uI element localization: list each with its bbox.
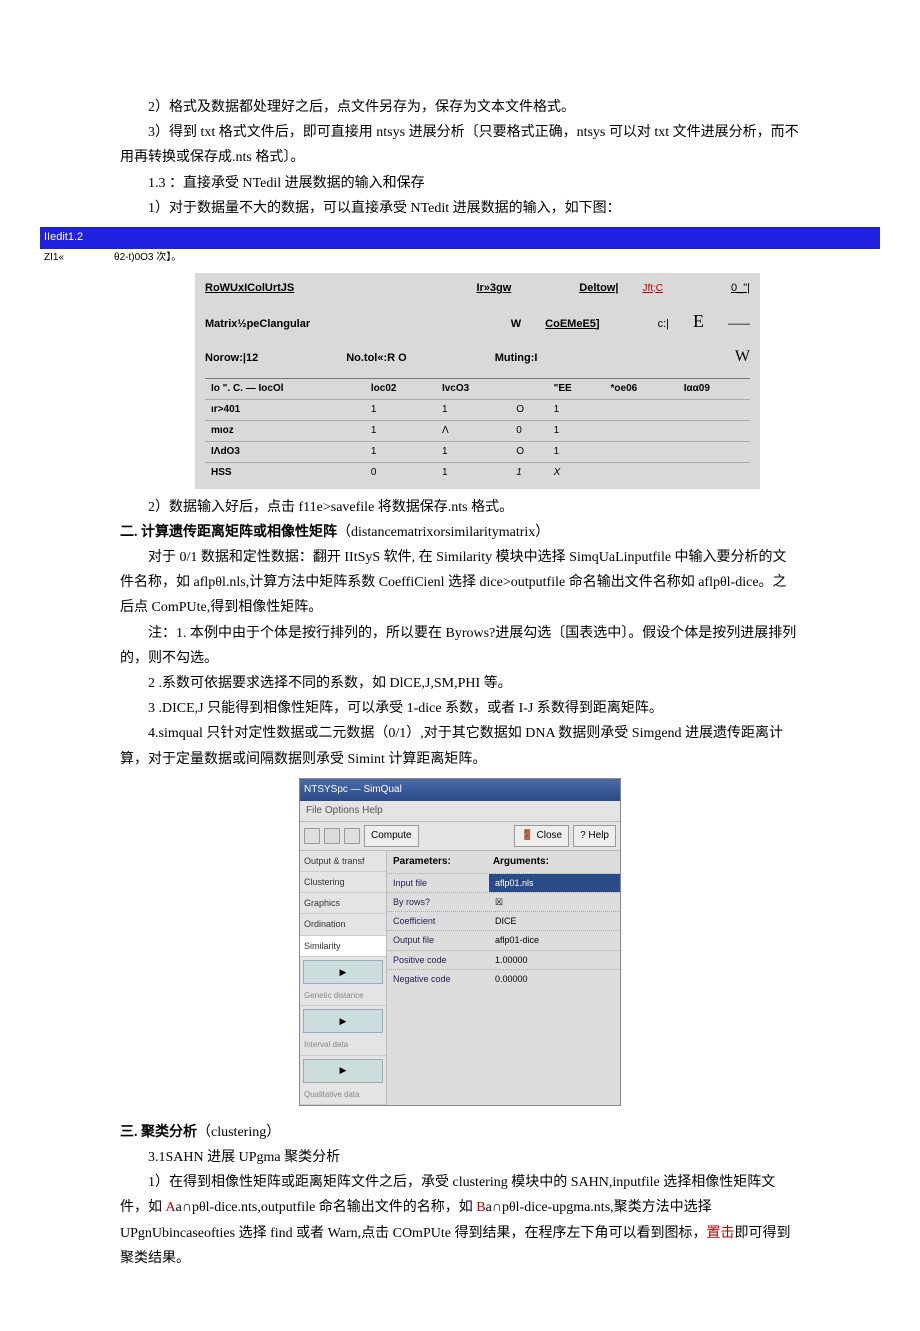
sidebar-item[interactable]: Clustering [300, 872, 386, 893]
field-notol: No.tol«:R O [346, 349, 407, 369]
params-header: Parameters: [387, 851, 457, 873]
sidebar-icon-button[interactable]: ▶ [303, 960, 383, 984]
paragraph: 3 .DICE,J 只能得到相像性矩阵，可以承受 1-dice 系数，或者 I-… [120, 696, 800, 721]
table-row: mιoz1Λ01 [205, 420, 750, 441]
help-button[interactable]: ? Help [573, 825, 616, 847]
param-label: By rows? [387, 893, 489, 911]
paragraph: 对于 0/1 数据和定性数据：翻开 IItSyS 软件, 在 Similarit… [120, 545, 800, 621]
heading-sub: （distancematrixorsimilaritymatrix） [337, 525, 549, 540]
heading-3: 三. 聚类分析（clustering） [120, 1120, 800, 1145]
text: a∩pθl-dice.nts,outputfile 命名输出文件的名称，如 [176, 1200, 477, 1215]
tool-icon[interactable] [304, 828, 320, 844]
sidebar-icon-button[interactable]: ▶ [303, 1059, 383, 1083]
simqual-window: NTSYSpc — SimQual File Options Help Comp… [299, 778, 621, 1106]
simqual-params: Parameters: Arguments: Input fileaflp01.n… [387, 851, 620, 1105]
param-value[interactable]: aflp01.nls [489, 874, 620, 892]
paragraph: 2 .系数可依据要求选择不同的系数，如 DlCE,J,SM,PHI 等。 [120, 671, 800, 696]
ntedit-panel: RoWUxIColUrtJS Ir»3gw Deltow|Jft;C 0_"| … [195, 273, 760, 489]
text-red: A [166, 1200, 176, 1215]
paragraph: 3）得到 txt 格式文件后，即可直接用 ntsys 进展分析〔只要格式正确，n… [120, 120, 800, 170]
param-label: Negative code [387, 970, 489, 988]
paragraph: 1）在得到相像性矩阵或距离矩阵文件之后，承受 clustering 模块中的 S… [120, 1170, 800, 1271]
paragraph: 注：1. 本例中由于个体是按行排列的，所以要在 Byrows?进展勾选〔国表选中… [120, 621, 800, 671]
param-value[interactable]: 0.00000 [489, 970, 620, 988]
table-head: Io ". C. — IocOl loc02 IvcO3 "EE *oe06 I… [205, 378, 750, 399]
field-0: 0_"| [731, 279, 750, 299]
tool-icon[interactable] [324, 828, 340, 844]
field-ir3gw: Ir»3gw [476, 279, 511, 299]
big-w: W [735, 343, 750, 372]
field-norow: Norow:|12 [205, 349, 258, 369]
paragraph: 1）对于数据量不大的数据，可以直接承受 NTedit 进展数据的输入，如下图： [120, 196, 800, 221]
pre-b: θ2-t)0O3 次】。 [114, 252, 181, 263]
data-table: Io ". C. — IocOl loc02 IvcO3 "EE *oe06 I… [205, 378, 750, 483]
sidebar-item[interactable]: Output & transf [300, 851, 386, 872]
heading-2: 二. 计算遗传距离矩阵或相像性矩阵（distancematrixorsimila… [120, 520, 800, 545]
field-matrixtype: Matrix½peClangular [205, 315, 310, 335]
field-deltow: Deltow| [579, 279, 618, 299]
table-row: HSS011X [205, 462, 750, 483]
pre-a: ZI1« [44, 252, 64, 263]
text-red: B [476, 1200, 485, 1215]
text-red: 置击 [706, 1226, 734, 1241]
sidebar-caption: Qualitative data [300, 1086, 386, 1105]
param-value[interactable]: aflp01-dice [489, 931, 620, 949]
table-row: IΛdO311O1 [205, 441, 750, 462]
sidebar-item[interactable]: Graphics [300, 893, 386, 914]
simqual-sidebar: Output & transf Clustering Graphics Ordi… [300, 851, 387, 1105]
param-label: Coefficient [387, 912, 489, 930]
sidebar-item[interactable]: Similarity [300, 936, 386, 957]
args-header: Arguments: [487, 851, 555, 873]
field-c: c:| [658, 315, 669, 335]
field-coemee: CoEMeE5] [545, 315, 599, 335]
heading-text: 二. 计算遗传距离矩阵或相像性矩阵 [120, 525, 337, 540]
field-jftc: Jft;C [642, 280, 663, 298]
sidebar-caption: Interval data [300, 1036, 386, 1055]
close-button[interactable]: 🚪 Close [514, 825, 569, 847]
param-value[interactable]: DICE [489, 912, 620, 930]
dash: —— [728, 315, 750, 335]
simqual-menubar[interactable]: File Options Help [300, 801, 620, 822]
paragraph: 1.3 ：直接承受 NTedil 进展数据的输入和保存 [120, 171, 800, 196]
paragraph: 3.1SAHN 进展 UPgma 聚类分析 [120, 1145, 800, 1170]
param-label: Output file [387, 931, 489, 949]
compute-button[interactable]: Compute [364, 825, 419, 847]
param-label: Input file [387, 874, 489, 892]
ntedit-pretext: ZI1« θ2-t)0O3 次】。 [40, 249, 880, 267]
sidebar-icon-button[interactable]: ▶ [303, 1009, 383, 1033]
paragraph: 4.simqual 只针对定性数据或二元数据（0/1）,对于其它数据如 DNA … [120, 721, 800, 771]
tool-icon[interactable] [344, 828, 360, 844]
simqual-toolbar: Compute 🚪 Close ? Help [300, 822, 620, 851]
table-row: ιr>40111O1 [205, 399, 750, 420]
field-rowuxicol: RoWUxIColUrtJS [205, 279, 294, 299]
param-label: Positive code [387, 951, 489, 969]
heading-text: 三. 聚类分析 [120, 1125, 197, 1140]
big-e: E [693, 305, 704, 337]
param-value[interactable]: 1.00000 [489, 951, 620, 969]
sidebar-item[interactable]: Ordination [300, 914, 386, 935]
sidebar-caption: Genetic distance [300, 987, 386, 1006]
heading-sub: （clustering） [197, 1125, 280, 1140]
paragraph: 2）数据输入好后，点击 f11e>savefile 将数据保存.nts 格式。 [120, 495, 800, 520]
field-muting: Muting:I [495, 349, 538, 369]
simqual-titlebar: NTSYSpc — SimQual [300, 779, 620, 801]
param-value[interactable]: ☒ [489, 893, 620, 911]
ntedit-titlebar: IIedit1.2 [40, 227, 880, 249]
field-w: W [511, 315, 521, 335]
paragraph: 2）格式及数据都处理好之后，点文件另存为，保存为文本文件格式。 [120, 95, 800, 120]
